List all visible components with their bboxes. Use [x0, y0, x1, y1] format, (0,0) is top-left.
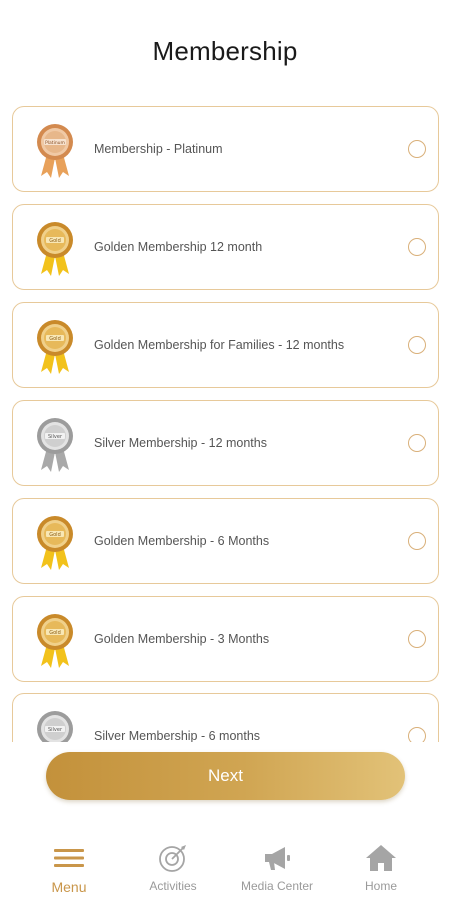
svg-text:Gold: Gold: [49, 336, 61, 342]
next-button[interactable]: Next: [46, 752, 405, 800]
platinum-medal-icon: Platinum: [37, 124, 73, 178]
page-title: Membership: [152, 36, 298, 66]
gold-medal-icon: Gold: [37, 222, 73, 276]
tab-home[interactable]: Home: [325, 835, 437, 893]
membership-card-platinum[interactable]: Platinum Membership - Platinum: [12, 106, 439, 192]
bottom-tab-bar: Menu Activities Media Center Home: [0, 835, 450, 900]
svg-text:Platinum: Platinum: [45, 140, 65, 146]
tab-activities[interactable]: Activities: [117, 835, 229, 893]
svg-text:Gold: Gold: [49, 238, 61, 244]
gold-medal-icon: Gold: [37, 614, 73, 668]
membership-card-gold-3-months[interactable]: Gold Golden Membership - 3 Months: [12, 596, 439, 682]
membership-radio-button[interactable]: [408, 140, 426, 158]
silver-medal-icon: Silver: [37, 418, 73, 472]
membership-radio-button[interactable]: [408, 532, 426, 550]
svg-text:Gold: Gold: [49, 532, 61, 538]
target-icon: [159, 845, 186, 872]
membership-card-gold-families-12-months[interactable]: Gold Golden Membership for Families - 12…: [12, 302, 439, 388]
membership-radio-button[interactable]: [408, 727, 426, 742]
svg-text:Silver: Silver: [48, 727, 63, 733]
membership-radio-button[interactable]: [408, 630, 426, 648]
home-icon: [366, 845, 396, 871]
membership-card-gold-12-month[interactable]: Gold Golden Membership 12 month: [12, 204, 439, 290]
tab-media-center[interactable]: Media Center: [221, 835, 333, 893]
membership-label: Golden Membership - 6 Months: [94, 534, 270, 548]
membership-radio-button[interactable]: [408, 336, 426, 354]
gold-medal-icon: Gold: [37, 320, 73, 374]
gold-medal-icon: Gold: [37, 516, 73, 570]
membership-card-silver-6-months[interactable]: Silver Silver Membership - 6 months: [12, 693, 439, 742]
membership-label: Golden Membership - 3 Months: [94, 632, 270, 646]
tab-label: Activities: [149, 879, 197, 893]
silver-medal-icon: Silver: [37, 711, 73, 742]
tab-label: Menu: [51, 879, 87, 895]
tab-label: Media Center: [240, 879, 314, 893]
membership-label: Golden Membership for Families - 12 mont…: [94, 338, 345, 352]
membership-card-gold-6-months[interactable]: Gold Golden Membership - 6 Months: [12, 498, 439, 584]
megaphone-icon: [265, 847, 290, 870]
membership-label: Silver Membership - 12 months: [94, 436, 267, 450]
tab-label: Home: [364, 879, 397, 893]
membership-radio-button[interactable]: [408, 434, 426, 452]
membership-radio-button[interactable]: [408, 238, 426, 256]
tab-menu[interactable]: Menu: [13, 835, 125, 895]
membership-label: Membership - Platinum: [94, 142, 223, 156]
membership-list[interactable]: Platinum Membership - Platinum Gold Gold…: [0, 106, 450, 742]
membership-label: Golden Membership 12 month: [94, 240, 263, 254]
svg-text:Gold: Gold: [49, 630, 61, 636]
membership-label: Silver Membership - 6 months: [94, 729, 261, 742]
menu-icon: [54, 849, 84, 867]
svg-text:Silver: Silver: [48, 434, 63, 440]
membership-card-silver-12-months[interactable]: Silver Silver Membership - 12 months: [12, 400, 439, 486]
